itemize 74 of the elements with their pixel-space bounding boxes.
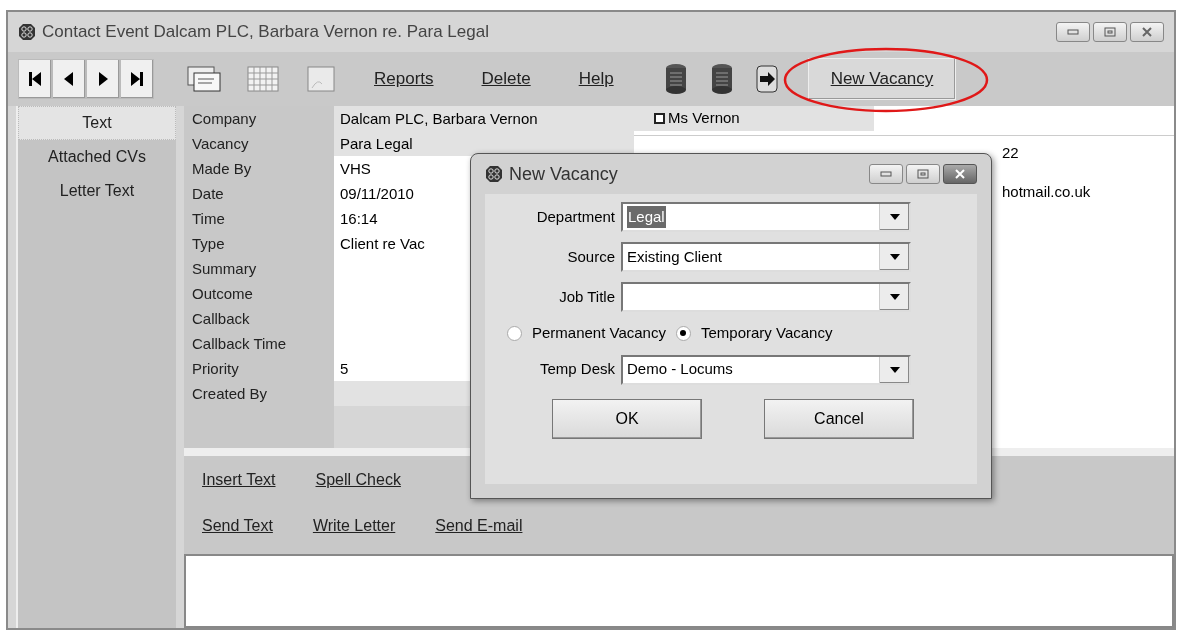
field-label: Created By: [192, 384, 269, 404]
envelopes-icon: [186, 64, 222, 94]
contact-detail: hotmail.co.uk: [1002, 181, 1091, 202]
radio-button[interactable]: [675, 325, 691, 341]
field-label: Outcome: [192, 284, 254, 304]
caret-icon: [889, 214, 900, 220]
checkbox[interactable]: [654, 113, 665, 124]
radio-label: Temporary Vacancy: [700, 323, 833, 343]
dialog-button[interactable]: Cancel: [764, 398, 914, 439]
radio-label: Permanent Vacancy: [532, 323, 666, 343]
field-label: Type: [192, 234, 226, 254]
logo-icon: [485, 165, 503, 183]
dialog-button[interactable]: OK: [552, 398, 702, 439]
dropdown-field[interactable]: [621, 282, 911, 312]
caret-icon: [889, 254, 900, 260]
action-link[interactable]: Send Text: [202, 514, 273, 538]
field-label: Company: [192, 109, 258, 129]
field-label: Summary: [192, 259, 258, 279]
text-editor-area[interactable]: [184, 554, 1174, 628]
first-record-icon: [28, 71, 42, 87]
next-record-button[interactable]: [86, 59, 120, 99]
field-label: Callback Time: [192, 334, 288, 354]
sidebar-tab[interactable]: Text: [18, 106, 176, 140]
sidebar-tab[interactable]: Letter Text: [18, 174, 176, 208]
field-label: Department: [535, 206, 616, 227]
contact-detail: 22: [1002, 143, 1019, 163]
maximize-button[interactable]: [906, 164, 940, 184]
minimize-icon: [1067, 29, 1079, 35]
maximize-icon: [917, 169, 929, 179]
last-record-button[interactable]: [120, 59, 154, 99]
toolbar-link[interactable]: Reports: [374, 66, 434, 92]
maximize-button[interactable]: [1093, 22, 1127, 42]
previous-record-button[interactable]: [52, 59, 86, 99]
calendar-grid-icon: [246, 64, 280, 94]
caret-icon: [889, 294, 900, 300]
previous-record-icon: [62, 71, 76, 87]
toolbar-link[interactable]: Help: [578, 66, 614, 92]
caret-icon: [889, 366, 900, 373]
action-link[interactable]: Send E-mail: [435, 514, 523, 538]
window-title: Contact Event Dalcam PLC, Barbara Vernon re. Para Legal: [42, 21, 490, 44]
dropdown-field[interactable]: Demo - Locums: [621, 354, 911, 385]
field-label: Vacancy: [192, 134, 250, 154]
close-button[interactable]: [1130, 22, 1164, 42]
field-value: Para Legal: [334, 131, 634, 156]
field-label: Time: [192, 209, 226, 229]
minimize-button[interactable]: [869, 164, 903, 184]
close-button[interactable]: [943, 164, 977, 184]
maximize-icon: [1104, 27, 1116, 37]
contact-name: Ms Vernon: [668, 108, 740, 129]
next-record-icon: [96, 71, 110, 87]
sidebar-tab[interactable]: Attached CVs: [18, 140, 176, 174]
action-link[interactable]: Insert Text: [202, 468, 276, 492]
field-value: Dalcam PLC, Barbara Vernon: [334, 106, 634, 131]
dropdown-field[interactable]: Existing Client: [621, 242, 911, 272]
field-label: Made By: [192, 159, 253, 179]
action-link[interactable]: Write Letter: [312, 514, 396, 538]
radio-button[interactable]: [507, 325, 522, 341]
action-link[interactable]: Spell Check: [315, 468, 401, 492]
blank-page-icon: [306, 64, 336, 94]
last-record-icon: [130, 71, 144, 87]
close-icon: [1141, 27, 1153, 37]
logo-icon: [18, 23, 36, 41]
new-vacancy-button[interactable]: New Vacancy: [807, 58, 957, 100]
minimize-icon: [880, 171, 892, 177]
close-icon: [954, 169, 966, 179]
toolbar-link[interactable]: Delete: [481, 66, 531, 92]
field-label: Temp Desk: [538, 359, 616, 380]
minimize-button[interactable]: [1056, 22, 1090, 42]
field-label: Job Title: [558, 286, 616, 307]
field-label: Callback: [192, 309, 251, 329]
first-record-button[interactable]: [18, 59, 52, 99]
field-label: Date: [192, 184, 225, 204]
dropdown-field[interactable]: Legal: [621, 202, 911, 232]
field-label: Priority: [192, 359, 240, 379]
